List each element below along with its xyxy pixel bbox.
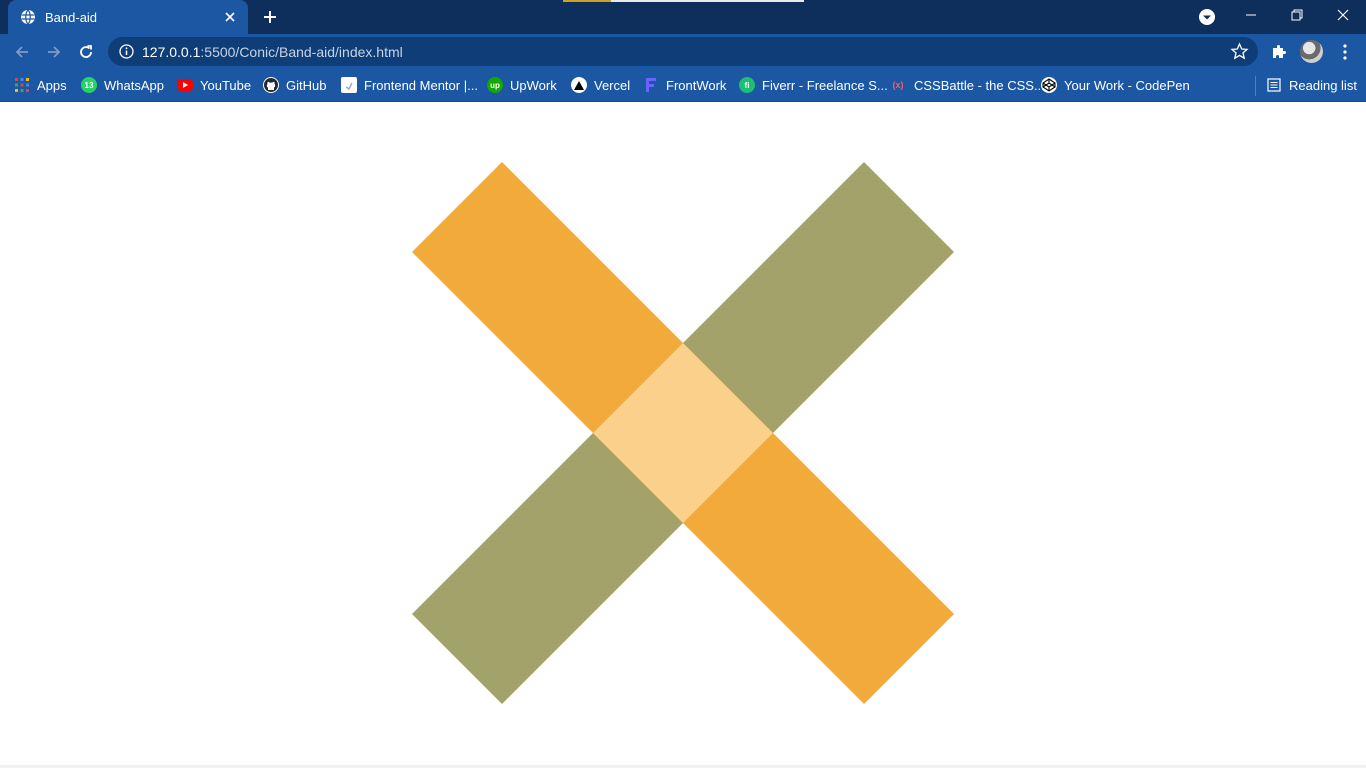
frontend-mentor-icon (341, 77, 357, 93)
bookmark-whatsapp[interactable]: 13 WhatsApp (81, 75, 164, 95)
bookmarks-bar: Apps 13 WhatsApp YouTube GitHub Frontend… (0, 69, 1366, 102)
bookmark-star-icon[interactable] (1230, 42, 1249, 61)
bookmarks-divider (1255, 76, 1256, 96)
bookmark-label: Fiverr - Freelance S... (762, 77, 888, 93)
globe-icon (20, 9, 36, 25)
site-info-icon[interactable] (118, 43, 135, 60)
address-bar[interactable]: 127.0.0.1:5500/Conic/Band-aid/index.html (108, 37, 1258, 66)
bookmark-label: GitHub (286, 77, 327, 93)
bookmark-vercel[interactable]: Vercel (571, 75, 630, 95)
bookmark-label: Frontend Mentor |... (364, 77, 478, 93)
bookmark-github[interactable]: GitHub (263, 75, 326, 95)
forward-button[interactable] (40, 38, 68, 66)
more-menu-icon[interactable] (1334, 41, 1356, 63)
extensions-puzzle-icon[interactable] (1268, 41, 1290, 63)
bookmark-label: Apps (37, 77, 67, 93)
url-text: 127.0.0.1:5500/Conic/Band-aid/index.html (142, 44, 403, 60)
bookmark-label: WhatsApp (104, 77, 164, 93)
whatsapp-icon: 13 (81, 77, 97, 93)
bookmark-label: FrontWork (666, 77, 727, 93)
tab-band-aid[interactable]: Band-aid (8, 0, 248, 34)
band-aid-artwork (0, 103, 1366, 768)
bookmark-label: CSSBattle - the CSS... (914, 77, 1045, 93)
bookmark-codepen[interactable]: Your Work - CodePen (1041, 75, 1190, 95)
bookmark-upwork[interactable]: up UpWork (487, 75, 557, 95)
tab-title: Band-aid (45, 9, 98, 25)
bookmark-label: Your Work - CodePen (1064, 77, 1190, 93)
back-button[interactable] (8, 38, 36, 66)
reload-button[interactable] (72, 38, 100, 66)
reading-list-button[interactable]: Reading list (1266, 75, 1357, 95)
bookmark-label: Vercel (594, 77, 631, 93)
url-host: 127.0.0.1 (142, 44, 201, 60)
close-tab-icon[interactable] (220, 7, 240, 27)
frontwork-icon (643, 77, 659, 93)
reading-list-label: Reading list (1289, 77, 1357, 93)
reading-list-icon (1266, 77, 1282, 93)
bookmark-label: UpWork (510, 77, 557, 93)
tab-strip: Band-aid (0, 0, 1366, 34)
page-viewport (0, 103, 1366, 768)
bookmark-label: YouTube (200, 77, 252, 93)
download-progress-fill (563, 0, 612, 2)
fiverr-icon: fi (739, 77, 755, 93)
youtube-icon (177, 79, 193, 91)
bookmark-youtube[interactable]: YouTube (177, 75, 251, 95)
download-progress (563, 0, 804, 2)
minimize-button[interactable] (1228, 0, 1274, 30)
cssbattle-icon: (x) (892, 80, 904, 90)
profile-avatar[interactable] (1300, 40, 1323, 63)
vercel-icon (571, 77, 587, 93)
bookmark-fiverr[interactable]: fi Fiverr - Freelance S... (739, 75, 888, 95)
github-icon (263, 77, 279, 93)
bookmark-apps[interactable]: Apps (14, 75, 67, 95)
browser-toolbar: 127.0.0.1:5500/Conic/Band-aid/index.html (0, 34, 1366, 69)
restore-button[interactable] (1274, 0, 1320, 30)
upwork-icon: up (487, 77, 503, 93)
url-path: :5500/Conic/Band-aid/index.html (200, 44, 403, 60)
bookmark-frontwork[interactable]: FrontWork (643, 75, 726, 95)
codepen-icon (1041, 77, 1057, 93)
bookmark-frontend-mentor[interactable]: Frontend Mentor |... (341, 75, 478, 95)
bookmark-cssbattle[interactable]: (x) CSSBattle - the CSS... (889, 75, 1045, 95)
tab-search-icon[interactable] (1197, 7, 1217, 27)
new-tab-button[interactable] (258, 5, 282, 29)
close-window-button[interactable] (1320, 0, 1366, 30)
apps-grid-icon (14, 77, 30, 93)
